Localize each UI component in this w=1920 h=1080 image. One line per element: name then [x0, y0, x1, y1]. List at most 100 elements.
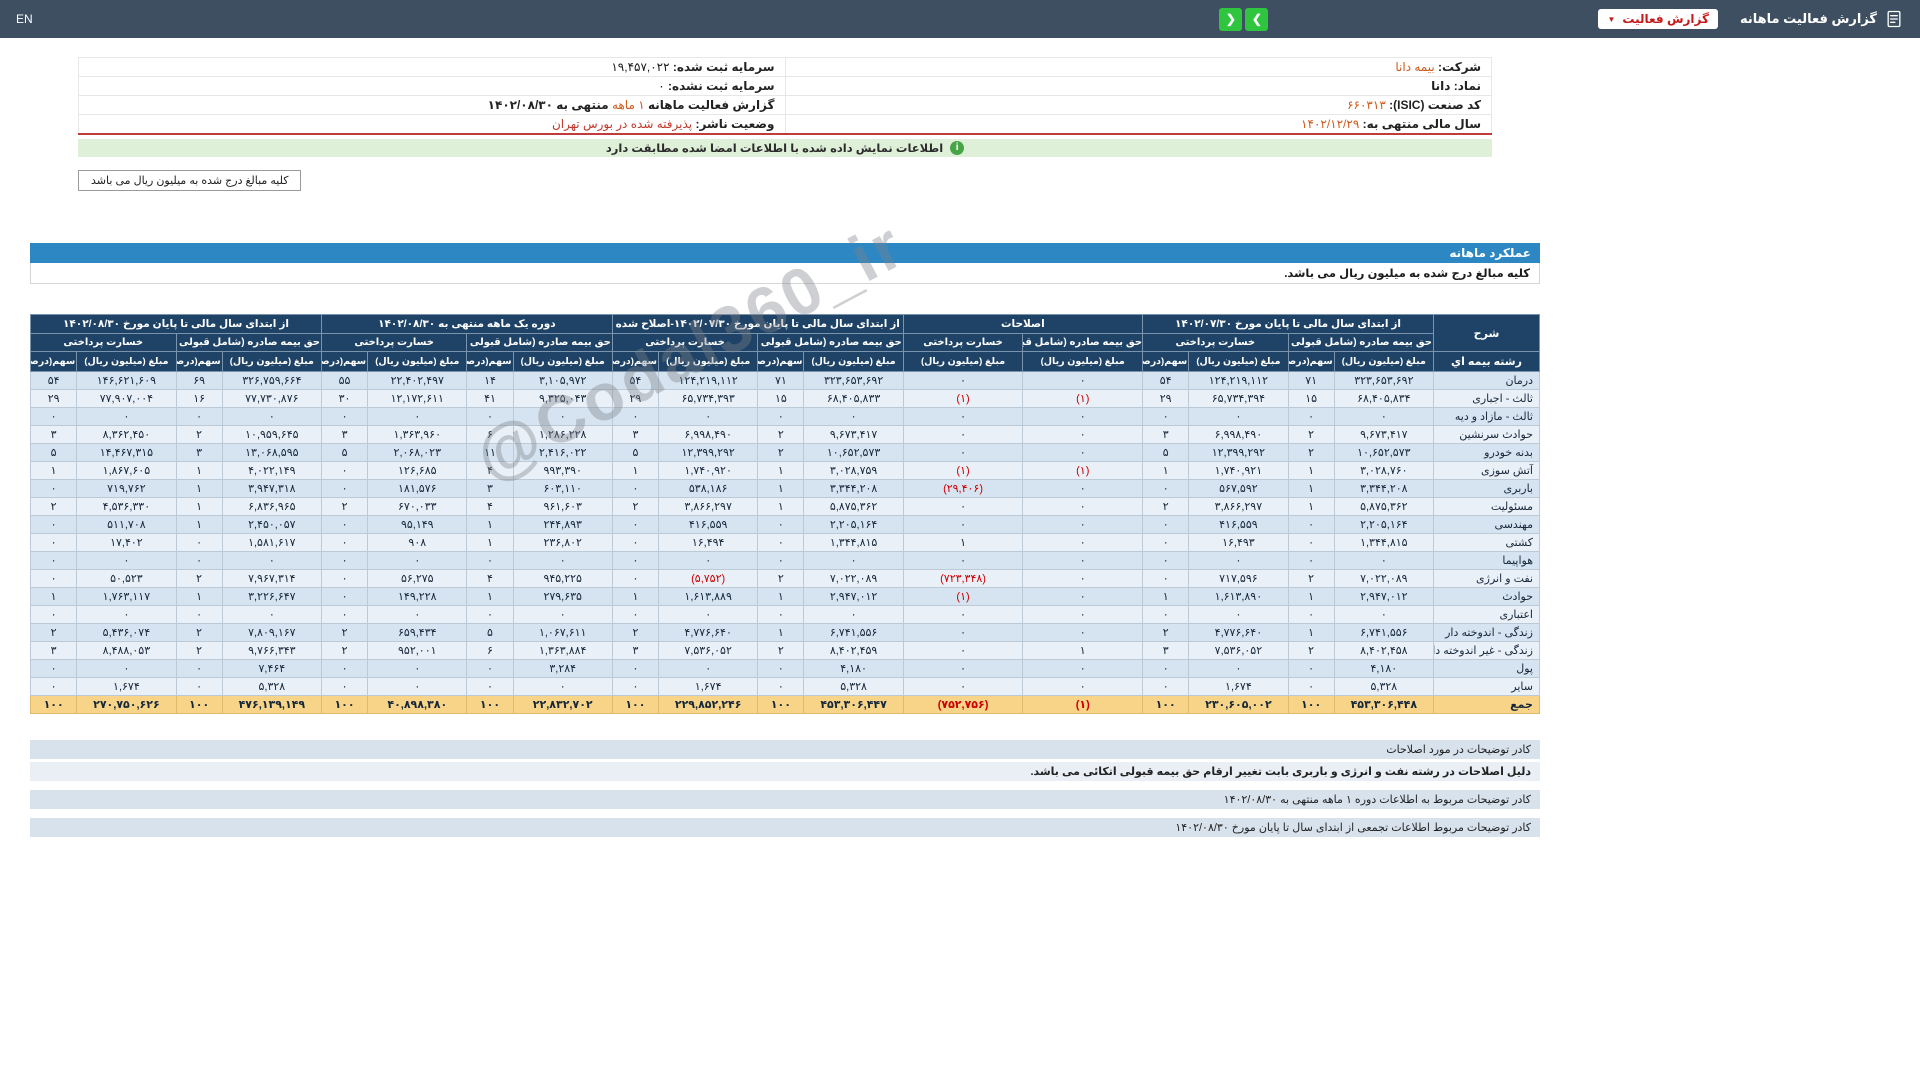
- next-report-button[interactable]: ❯: [1245, 8, 1268, 31]
- cell: ۱,۳۴۴,۸۱۵: [804, 534, 903, 552]
- cell: ۰: [31, 552, 77, 570]
- report-type-dropdown[interactable]: گزارش فعالیت ▼: [1598, 9, 1718, 29]
- cell: ۹,۷۶۶,۳۴۳: [222, 642, 321, 660]
- cell: ۰: [903, 606, 1023, 624]
- symbol-label: نماد:: [1454, 79, 1481, 93]
- registered-capital-value: ۱۹,۴۵۷,۰۲۲: [611, 60, 669, 74]
- cell: ۶۸,۴۰۵,۸۳۴: [1334, 390, 1433, 408]
- cell: ۰: [222, 408, 321, 426]
- cell: ۱: [1143, 588, 1189, 606]
- cell: ۰: [176, 660, 222, 678]
- cell: ۲: [1288, 570, 1334, 588]
- cell: ۰: [321, 606, 367, 624]
- cell: ۰: [1288, 606, 1334, 624]
- cell: ۱: [176, 516, 222, 534]
- cell: ۲: [176, 642, 222, 660]
- cell: ۷۱: [758, 372, 804, 390]
- cell: ۳,۰۲۸,۷۵۹: [804, 462, 903, 480]
- symbol-value[interactable]: دانا: [1431, 79, 1450, 93]
- cell: ۱۲,۱۷۲,۶۱۱: [368, 390, 467, 408]
- cell: ۰: [1334, 606, 1433, 624]
- cell: ۱,۳۶۳,۸۸۴: [513, 642, 612, 660]
- cell: ۰: [1023, 552, 1143, 570]
- cell: ۲: [321, 624, 367, 642]
- company-value[interactable]: بیمه دانا: [1395, 60, 1434, 74]
- amount-header: مبلغ (میلیون ریال): [1334, 352, 1433, 372]
- amount-header: مبلغ (میلیون ریال): [804, 352, 903, 372]
- report-period-value: ۱ ماهه: [612, 98, 645, 112]
- cell: ۰: [903, 552, 1023, 570]
- cell: ۱۰۰: [467, 696, 513, 714]
- share-header: سهم(درصد): [1143, 352, 1189, 372]
- share-header: سهم(درصد): [31, 352, 77, 372]
- cell: ۰: [903, 372, 1023, 390]
- cell: ۰: [77, 660, 176, 678]
- cell: ۵۶,۲۷۵: [368, 570, 467, 588]
- cell: ۰: [903, 408, 1023, 426]
- cell: ۰: [1189, 660, 1288, 678]
- cell: ۲: [1143, 498, 1189, 516]
- cell: ۱۶: [176, 390, 222, 408]
- cell: ۴,۷۷۶,۶۴۰: [1189, 624, 1288, 642]
- cell: ۱۴: [467, 372, 513, 390]
- cell: ۰: [176, 408, 222, 426]
- cell: ۴,۱۸۰: [1334, 660, 1433, 678]
- issuer-status-value: پذیرفته شده در بورس تهران: [552, 117, 692, 131]
- cell: ۶۷۰,۰۳۳: [368, 498, 467, 516]
- cell: (۷۲۳,۳۴۸): [903, 570, 1023, 588]
- cell: ۱: [176, 588, 222, 606]
- fiscal-year-value: ۱۴۰۲/۱۲/۲۹: [1301, 117, 1359, 131]
- info-symbol: نماد: دانا: [785, 77, 1492, 96]
- cell: ۱: [758, 498, 804, 516]
- cell: ۲: [1288, 444, 1334, 462]
- cell: ۲,۴۵۰,۰۵۷: [222, 516, 321, 534]
- share-header: سهم(درصد): [758, 352, 804, 372]
- cell: ۲,۹۴۷,۰۱۲: [804, 588, 903, 606]
- note-cumulative-comments: کادر توضیحات مربوط اطلاعات تجمعی از ابتد…: [30, 818, 1540, 837]
- prev-report-button[interactable]: ❮: [1219, 8, 1242, 31]
- cell: ۰: [1143, 570, 1189, 588]
- cell: ۵,۸۷۵,۳۶۲: [804, 498, 903, 516]
- cell: ۰: [1189, 408, 1288, 426]
- cell: ۱۴۶,۶۲۱,۶۰۹: [77, 372, 176, 390]
- cell: ۰: [467, 678, 513, 696]
- cell: ۱: [1023, 642, 1143, 660]
- cell: ۷۱۹,۷۶۲: [77, 480, 176, 498]
- amount-header: مبلغ (میلیون ریال): [659, 352, 758, 372]
- cell: ۲: [612, 624, 658, 642]
- cell: ۱,۷۴۰,۹۲۱: [1189, 462, 1288, 480]
- cell: ۰: [903, 444, 1023, 462]
- cell: ۱,۶۷۴: [659, 678, 758, 696]
- cell: ۰: [1288, 552, 1334, 570]
- cell: ۰: [903, 516, 1023, 534]
- cell: ۰: [1023, 660, 1143, 678]
- cell: ۰: [1023, 408, 1143, 426]
- language-toggle[interactable]: EN: [16, 12, 33, 26]
- cell: ۲,۲۰۵,۱۶۴: [1334, 516, 1433, 534]
- cell: ۴: [467, 498, 513, 516]
- cell: ۵,۴۳۶,۰۷۴: [77, 624, 176, 642]
- cell: ۰: [1288, 408, 1334, 426]
- cell: ۰: [804, 408, 903, 426]
- cell: (۱): [903, 588, 1023, 606]
- cell: ۰: [1143, 606, 1189, 624]
- cell: ۰: [321, 588, 367, 606]
- monthly-performance-section: عملکرد ماهانه کلیه مبالغ درج شده به میلی…: [30, 243, 1540, 714]
- row-label: زندگی - غیر اندوخته دار: [1433, 642, 1539, 660]
- cell: ۱: [1288, 462, 1334, 480]
- cell: ۰: [1023, 624, 1143, 642]
- cell: ۳: [1143, 426, 1189, 444]
- cell: (۱): [903, 390, 1023, 408]
- cell: ۰: [1143, 480, 1189, 498]
- cell: ۰: [659, 606, 758, 624]
- cell: ۵۴: [1143, 372, 1189, 390]
- cell: ۰: [176, 534, 222, 552]
- cell: ۳,۸۶۶,۲۹۷: [659, 498, 758, 516]
- premium-header: حق بیمه صادره (شامل قبولی اتکایی): [758, 334, 903, 352]
- cell: ۰: [612, 408, 658, 426]
- cell: ۰: [1143, 660, 1189, 678]
- cell: ۳۲۳,۶۵۳,۶۹۲: [1334, 372, 1433, 390]
- fiscal-year-label: سال مالی منتهی به:: [1363, 117, 1481, 131]
- cell: ۰: [612, 534, 658, 552]
- cell: ۰: [903, 660, 1023, 678]
